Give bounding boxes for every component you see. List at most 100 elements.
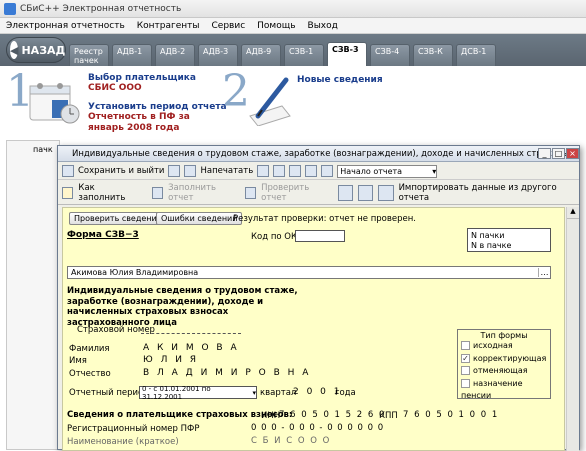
checkbox-icon[interactable] <box>461 341 470 350</box>
tab-registry[interactable]: Реестр пачек <box>69 44 109 66</box>
tab-szvk[interactable]: СЗВ-К <box>413 44 453 66</box>
org-name-field[interactable]: С Б И С О О О <box>251 436 331 446</box>
period-value: 0 - с 01.01.2001 по 31.12.2001 <box>142 384 211 401</box>
tab-strip: ◀ НАЗАД Реестр пачек АДВ-1 АДВ-2 АДВ-3 А… <box>0 34 586 66</box>
year-label: года <box>335 388 356 398</box>
inn-field[interactable]: 7 6 0 5 0 1 5 2 6 0 <box>279 410 386 420</box>
menu-item-exit[interactable]: Выход <box>302 21 344 31</box>
kpp-label: КПП <box>379 411 398 421</box>
menu-bar: Электронная отчетность Контрагенты Серви… <box>0 18 586 34</box>
tab-adv3[interactable]: АДВ-3 <box>198 44 238 66</box>
form-area: Проверить сведения Ошибки сведений Резул… <box>62 207 565 451</box>
dialog-title: Индивидуальные сведения о трудовом стаже… <box>72 148 579 159</box>
form-type-label: назначение пенсии <box>461 378 523 401</box>
left-list-panel: пачк <box>6 140 60 450</box>
how-to-fill-button[interactable]: Как заполнить <box>78 183 140 203</box>
form-type-option-initial[interactable]: исходная <box>461 340 550 353</box>
checkbox-icon[interactable] <box>461 378 470 388</box>
step1-value2: Отчетность в ПФ за январь 2008 года <box>88 112 190 133</box>
payer-label: Сведения о плательщике страховых взносов… <box>67 410 293 420</box>
checkbox-checked-icon[interactable]: ✓ <box>461 353 470 363</box>
check-data-button[interactable]: Проверить сведения <box>69 212 167 225</box>
maximize-button[interactable]: □ <box>552 148 565 159</box>
tab-adv1[interactable]: АДВ-1 <box>112 44 152 66</box>
chevron-down-icon: ▾ <box>432 166 437 176</box>
tab-szv3[interactable]: СЗВ-3 <box>327 42 367 66</box>
menu-item-help[interactable]: Помощь <box>251 21 301 31</box>
step1-link[interactable]: Выбор плательщика <box>88 73 196 83</box>
back-button[interactable]: ◀ НАЗАД <box>6 37 66 63</box>
toolbar-primary: Сохранить и выйти Напечатать Начало отче… <box>58 163 579 180</box>
reg-number-field[interactable]: 0 0 0 - 0 0 0 - 0 0 0 0 0 0 <box>251 423 384 433</box>
pack-box: N пачки N в пачке <box>467 228 551 252</box>
form-name: Форма СЗВ−3 <box>67 230 139 240</box>
search-icon[interactable] <box>273 165 286 177</box>
tab-szv4[interactable]: СЗВ-4 <box>370 44 410 66</box>
pen-document-icon <box>244 76 294 127</box>
fill-report-button[interactable]: Заполнить отчет <box>168 183 240 203</box>
nav-select[interactable]: Начало отчета ▾ <box>337 164 438 178</box>
document-edit-icon[interactable] <box>358 184 374 201</box>
menu-item-reporting[interactable]: Электронная отчетность <box>0 21 131 31</box>
minimize-button[interactable]: _ <box>538 148 551 159</box>
szv3-dialog: Индивидуальные сведения о трудовом стаже… <box>57 145 580 451</box>
floppy-icon[interactable] <box>168 165 181 177</box>
print-button[interactable]: Напечатать <box>200 166 253 176</box>
tab-adv9[interactable]: АДВ-9 <box>241 44 281 66</box>
errors-button[interactable]: Ошибки сведений <box>156 212 243 225</box>
step1-link2[interactable]: Установить период отчета <box>88 102 227 112</box>
back-label: НАЗАД <box>21 43 66 57</box>
import-button[interactable]: Импортировать данные из другого отчета <box>399 183 579 203</box>
form-type-label: отменяющая <box>473 366 528 375</box>
menu-item-service[interactable]: Сервис <box>206 21 252 31</box>
window-controls: _ □ × <box>538 148 579 159</box>
app-icon <box>4 2 16 15</box>
save-icon <box>62 165 74 177</box>
chevron-down-icon: ▾ <box>252 388 256 397</box>
person-select-value: Акимова Юлия Владимировна <box>71 268 199 277</box>
check-report-button[interactable]: Проверить отчет <box>261 183 333 203</box>
step2-link[interactable]: Новые сведения <box>297 75 383 85</box>
zoom-icon[interactable] <box>289 165 302 177</box>
period-select[interactable]: 0 - с 01.01.2001 по 31.12.2001 ▾ <box>139 384 257 401</box>
nav-select-value: Начало отчета <box>340 166 403 176</box>
okud-field[interactable] <box>295 230 345 242</box>
person-select[interactable]: Акимова Юлия Владимировна … <box>67 266 551 279</box>
form-type-label: исходная <box>473 341 513 350</box>
document-icon[interactable] <box>337 184 354 201</box>
name-field[interactable]: Ю Л И Я <box>143 355 199 365</box>
check-result-text: Результат проверки: отчет не проверен. <box>233 214 416 224</box>
tab-szv1[interactable]: СЗВ-1 <box>284 44 324 66</box>
tab-dsv1[interactable]: ДСВ-1 <box>456 44 496 66</box>
inn-label: ИНН <box>261 411 281 421</box>
org-name-label: Наименование (краткое) <box>67 437 179 447</box>
form-type-label: корректирующая <box>473 353 547 363</box>
scroll-up-icon[interactable]: ▲ <box>567 207 579 219</box>
reg-number-label: Регистрационный номер ПФР <box>67 424 200 434</box>
tab-adv2[interactable]: АДВ-2 <box>155 44 195 66</box>
surname-field[interactable]: А К И М О В А <box>143 343 239 353</box>
check-icon <box>244 186 257 199</box>
ellipsis-icon[interactable]: … <box>538 268 550 277</box>
title-bar: СБиС++ Электронная отчетность <box>0 0 586 18</box>
app-title: СБиС++ Электронная отчетность <box>20 3 182 14</box>
patronymic-field[interactable]: В Л А Д И М И Р О В Н А <box>143 368 311 378</box>
form-type-option-cancelling[interactable]: отменяющая <box>461 365 550 378</box>
in-pack-label: N в пачке <box>471 241 512 250</box>
checkbox-icon[interactable] <box>461 366 470 375</box>
close-button[interactable]: × <box>566 148 579 159</box>
find-icon[interactable] <box>305 165 318 177</box>
insurance-number-field[interactable] <box>141 326 241 334</box>
name-label: Имя <box>69 356 87 366</box>
surname-label: Фамилия <box>69 344 110 354</box>
kpp-field[interactable]: 7 6 0 5 0 1 0 0 1 <box>403 410 499 420</box>
vertical-scrollbar[interactable]: ▲ <box>566 207 579 451</box>
form-type-option-pension[interactable]: назначение пенсии <box>461 378 550 403</box>
arrow-icon[interactable] <box>321 165 334 177</box>
form-type-option-corrective[interactable]: ✓ корректирующая <box>461 353 550 366</box>
menu-item-contractors[interactable]: Контрагенты <box>131 21 206 31</box>
save-close-button[interactable]: Сохранить и выйти <box>78 166 164 176</box>
preview-icon[interactable] <box>257 165 270 177</box>
pack-no-label: N пачки <box>471 231 505 240</box>
left-col-header: пачк <box>33 145 53 154</box>
